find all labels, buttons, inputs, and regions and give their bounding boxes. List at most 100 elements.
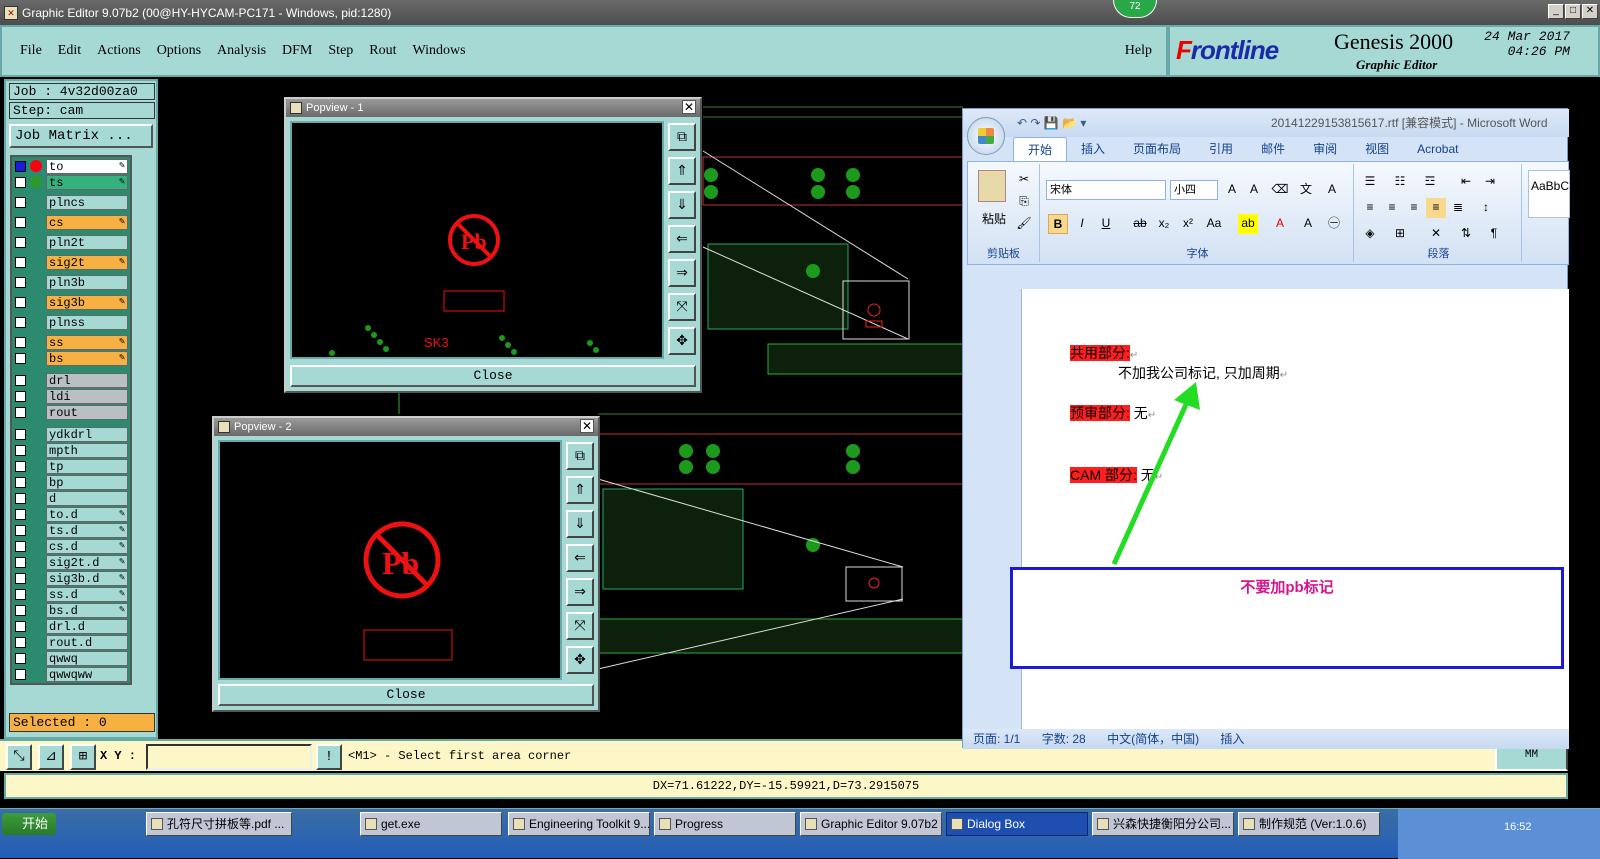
layer-row[interactable]: rout.d <box>12 635 130 650</box>
task-engineering-toolkit[interactable]: Engineering Toolkit 9.... <box>508 812 650 836</box>
cut-icon[interactable]: ✂ <box>1014 170 1034 190</box>
snap-icon[interactable]: ⊿ <box>38 744 64 770</box>
layer-checkbox[interactable] <box>15 605 26 616</box>
insert-mode[interactable]: 插入 <box>1220 732 1244 746</box>
tab-mailings[interactable]: 邮件 <box>1247 137 1299 161</box>
align-left-icon[interactable]: ≡ <box>1360 198 1380 218</box>
layer-row[interactable]: drl.d <box>12 619 130 634</box>
layer-name[interactable]: bs.d ✎ <box>46 603 128 618</box>
layer-name[interactable]: d <box>46 491 128 506</box>
layer-row[interactable]: cs ✎ <box>12 215 130 230</box>
layer-checkbox[interactable] <box>15 353 26 364</box>
zoom-area-icon[interactable]: ⤡ <box>6 744 32 770</box>
font-size-combo[interactable]: 小四 <box>1170 180 1218 200</box>
task-graphic-editor[interactable]: Graphic Editor 9.07b2 ... <box>800 812 942 836</box>
zoom-fit-icon[interactable]: ⧉ <box>668 123 696 151</box>
popview-2-canvas[interactable]: Pb <box>218 440 562 680</box>
layer-row[interactable]: d <box>12 491 130 506</box>
task-progress[interactable]: Progress <box>654 812 796 836</box>
layer-name[interactable]: rout.d <box>46 635 128 650</box>
minimize-button[interactable]: _ <box>1548 4 1564 19</box>
pan-right-icon[interactable]: ⇒ <box>668 259 696 287</box>
layer-checkbox[interactable] <box>15 429 26 440</box>
chinese-layout-icon[interactable]: ✕ <box>1426 224 1446 244</box>
layer-checkbox[interactable] <box>15 525 26 536</box>
clear-format-icon[interactable]: ⌫ <box>1270 180 1290 200</box>
layer-row[interactable]: rout <box>12 405 130 420</box>
copy-icon[interactable]: ⎘ <box>1014 192 1034 212</box>
layer-row[interactable]: bp <box>12 475 130 490</box>
layer-name[interactable]: ts ✎ <box>46 175 128 190</box>
change-case-icon[interactable]: Aa <box>1204 214 1224 234</box>
layer-checkbox[interactable] <box>15 197 26 208</box>
layer-row[interactable]: to.d ✎ <box>12 507 130 522</box>
multilevel-list-icon[interactable]: ☲ <box>1420 172 1440 192</box>
layer-row[interactable]: ts ✎ <box>12 175 130 190</box>
layer-row[interactable]: qwwq <box>12 651 130 666</box>
layer-checkbox[interactable] <box>15 493 26 504</box>
char-border-icon[interactable]: A <box>1322 180 1342 200</box>
menu-edit[interactable]: Edit <box>58 43 81 59</box>
italic-button[interactable]: I <box>1072 214 1092 234</box>
xy-input[interactable] <box>146 744 312 770</box>
layer-name[interactable]: qwwqww <box>46 667 128 682</box>
pan-up-icon[interactable]: ⇑ <box>566 476 594 504</box>
layer-row[interactable]: sig3b ✎ <box>12 295 130 310</box>
layer-checkbox[interactable] <box>15 653 26 664</box>
menu-actions[interactable]: Actions <box>97 43 141 59</box>
tab-references[interactable]: 引用 <box>1195 137 1247 161</box>
layer-row[interactable]: ts.d ✎ <box>12 523 130 538</box>
layer-row[interactable]: qwwqww <box>12 667 130 682</box>
menu-options[interactable]: Options <box>157 43 201 59</box>
layer-checkbox[interactable] <box>15 217 26 228</box>
paste-label[interactable]: 粘贴 <box>982 210 1006 227</box>
layer-checkbox[interactable] <box>15 541 26 552</box>
pan-left-icon[interactable]: ⇐ <box>668 225 696 253</box>
layer-name[interactable]: drl <box>46 373 128 388</box>
borders-icon[interactable]: ⊞ <box>1390 224 1410 244</box>
layer-checkbox[interactable] <box>15 391 26 402</box>
layer-name[interactable]: ydkdrl <box>46 427 128 442</box>
pan-up-icon[interactable]: ⇑ <box>668 157 696 185</box>
align-center-icon[interactable]: ≡ <box>1382 198 1402 218</box>
task-dialog-box[interactable]: Dialog Box <box>946 812 1088 836</box>
popview-2-close-icon[interactable]: ✕ <box>580 419 594 433</box>
shrink-font-icon[interactable]: A <box>1244 180 1264 200</box>
popview-2-close-button[interactable]: Close <box>218 684 594 706</box>
layer-checkbox[interactable] <box>15 557 26 568</box>
layer-name[interactable]: tp <box>46 459 128 474</box>
format-painter-icon[interactable]: 🖌 <box>1014 214 1034 234</box>
layer-checkbox[interactable] <box>15 161 26 172</box>
layer-row[interactable]: bs ✎ <box>12 351 130 366</box>
layer-name[interactable]: plnss <box>46 315 128 330</box>
layer-checkbox[interactable] <box>15 297 26 308</box>
layer-row[interactable]: ss ✎ <box>12 335 130 350</box>
layer-name[interactable]: ts.d ✎ <box>46 523 128 538</box>
layer-row[interactable]: ldi <box>12 389 130 404</box>
justify-icon[interactable]: ≡ <box>1426 198 1446 218</box>
menu-dfm[interactable]: DFM <box>282 43 312 59</box>
superscript-button[interactable]: x² <box>1178 214 1198 234</box>
numbering-icon[interactable]: ☷ <box>1390 172 1410 192</box>
zoom-fit-icon[interactable]: ⧉ <box>566 442 594 470</box>
layer-checkbox[interactable] <box>15 589 26 600</box>
layer-checkbox[interactable] <box>15 621 26 632</box>
layer-checkbox[interactable] <box>15 375 26 386</box>
layer-color-icon[interactable] <box>30 176 42 188</box>
layer-name[interactable]: plncs <box>46 195 128 210</box>
layer-row[interactable]: pln2t <box>12 235 130 250</box>
layer-row[interactable]: drl <box>12 373 130 388</box>
task-pdf[interactable]: 孔符尺寸拼板等.pdf ... <box>146 812 292 836</box>
char-shading-icon[interactable]: A <box>1298 214 1318 234</box>
underline-button[interactable]: U <box>1096 214 1116 234</box>
highlight-icon[interactable]: ab <box>1238 214 1258 234</box>
layer-checkbox[interactable] <box>15 461 26 472</box>
layer-name[interactable]: cs.d ✎ <box>46 539 128 554</box>
tab-page-layout[interactable]: 页面布局 <box>1119 137 1195 161</box>
show-marks-icon[interactable]: ¶ <box>1484 224 1504 244</box>
layer-checkbox[interactable] <box>15 317 26 328</box>
sort-icon[interactable]: ⇅ <box>1456 224 1476 244</box>
popview-1-close-button[interactable]: Close <box>290 365 696 387</box>
menu-file[interactable]: File <box>20 43 42 59</box>
layer-checkbox[interactable] <box>15 669 26 680</box>
